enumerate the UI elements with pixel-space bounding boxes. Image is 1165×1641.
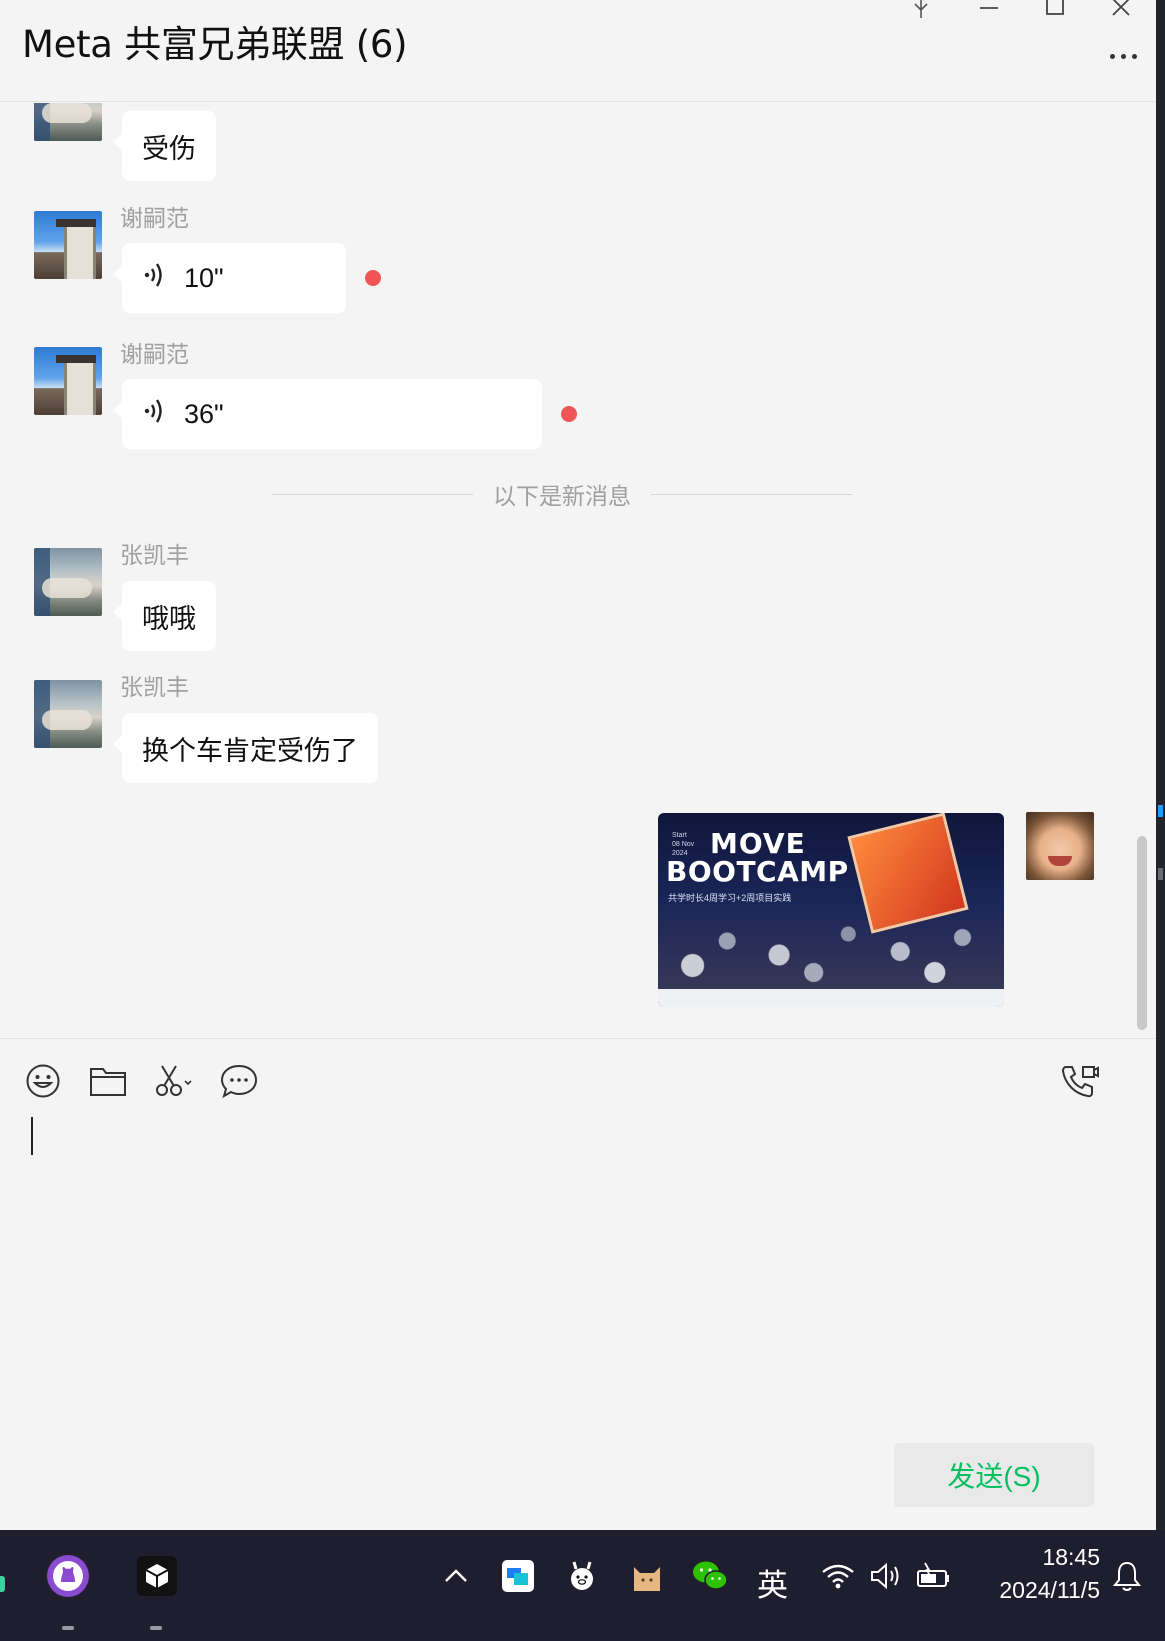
- new-messages-divider: 以下是新消息: [272, 479, 852, 509]
- scrollbar[interactable]: [1137, 836, 1147, 1030]
- wifi-icon[interactable]: [816, 1554, 860, 1598]
- message-text: 受伤: [142, 133, 196, 164]
- ime-indicator[interactable]: 英: [757, 1560, 788, 1605]
- clock-date: 2024/11/5: [999, 1577, 1100, 1603]
- message-text: 换个车肯定受伤了: [142, 735, 358, 766]
- avatar[interactable]: [34, 680, 102, 748]
- title-bar: Meta 共富兄弟联盟 (6): [0, 0, 1156, 102]
- ollama-icon[interactable]: [560, 1554, 604, 1598]
- speaker-icon[interactable]: [864, 1554, 908, 1598]
- voice-duration: 36": [184, 398, 224, 429]
- wechat-icon[interactable]: [688, 1554, 732, 1598]
- tencent-meeting-icon[interactable]: [496, 1554, 540, 1598]
- maximize-icon[interactable]: [1040, 0, 1070, 20]
- divider-text: 以下是新消息: [493, 483, 631, 509]
- avatar[interactable]: [34, 347, 102, 415]
- close-icon[interactable]: [1106, 0, 1136, 20]
- input-area: 发送(S): [0, 1038, 1156, 1530]
- more-icon[interactable]: [1105, 47, 1141, 65]
- pin-icon[interactable]: [906, 0, 936, 20]
- self-avatar[interactable]: [1026, 812, 1094, 880]
- voice-duration: 10": [184, 262, 224, 293]
- voice-icon: [142, 261, 166, 296]
- cube-app-icon[interactable]: [135, 1554, 179, 1598]
- message-list[interactable]: 受伤 谢嗣范 10" 谢嗣范 36" 以下是新消息 张凯丰 哦哦 张凯丰 换个车…: [0, 103, 1156, 1038]
- avatar[interactable]: [34, 211, 102, 279]
- minimize-icon[interactable]: [974, 0, 1004, 20]
- avatar[interactable]: [34, 103, 102, 141]
- sender-name: 张凯丰: [120, 674, 189, 700]
- partial-app-icon[interactable]: [0, 1576, 5, 1592]
- text-caret: [31, 1117, 33, 1155]
- chat-history-icon[interactable]: [219, 1061, 259, 1101]
- send-button[interactable]: 发送(S): [894, 1443, 1094, 1507]
- chevron-up-icon[interactable]: [434, 1554, 478, 1598]
- taskbar: 英 18:45 2024/11/5: [0, 1530, 1165, 1641]
- sender-name: 张凯丰: [120, 542, 189, 568]
- voice-message[interactable]: 10": [113, 243, 346, 313]
- sender-name: 谢嗣范: [120, 205, 189, 231]
- voice-icon: [142, 397, 166, 432]
- bell-icon[interactable]: [1105, 1554, 1149, 1598]
- message-bubble[interactable]: 换个车肯定受伤了: [113, 713, 378, 783]
- unread-dot: [365, 270, 381, 286]
- sender-name: 谢嗣范: [120, 341, 189, 367]
- message-bubble[interactable]: 受伤: [113, 111, 216, 181]
- message-text: 哦哦: [142, 603, 196, 634]
- clock[interactable]: 18:45 2024/11/5: [960, 1540, 1100, 1606]
- image-date: Start 08 Nov 2024: [672, 832, 695, 857]
- voice-message[interactable]: 36": [113, 379, 542, 449]
- clock-time: 18:45: [1042, 1544, 1100, 1570]
- background-window-edge: [1156, 0, 1165, 1530]
- github-desktop-icon[interactable]: [46, 1554, 90, 1598]
- video-call-icon[interactable]: [1060, 1061, 1100, 1101]
- message-input[interactable]: [20, 1109, 1130, 1439]
- scissors-icon[interactable]: [154, 1061, 194, 1101]
- battery-icon[interactable]: [912, 1554, 956, 1598]
- message-bubble[interactable]: 哦哦: [113, 581, 216, 651]
- image-subtitle: 共学时长4周学习+2周项目实践: [668, 893, 792, 903]
- folder-icon[interactable]: [88, 1061, 128, 1101]
- cat-icon[interactable]: [625, 1554, 669, 1598]
- emoji-icon[interactable]: [23, 1061, 63, 1101]
- unread-dot: [561, 406, 577, 422]
- avatar[interactable]: [34, 548, 102, 616]
- chat-window: Meta 共富兄弟联盟 (6) 受伤 谢嗣范 10" 谢嗣范 36" 以下是新消…: [0, 0, 1156, 1530]
- image-title-line2: BOOTCAMP: [666, 855, 849, 888]
- image-message[interactable]: Start 08 Nov 2024 MOVE BOOTCAMP 共学时长4周学习…: [658, 813, 1004, 1007]
- chat-title: Meta 共富兄弟联盟 (6): [22, 23, 408, 66]
